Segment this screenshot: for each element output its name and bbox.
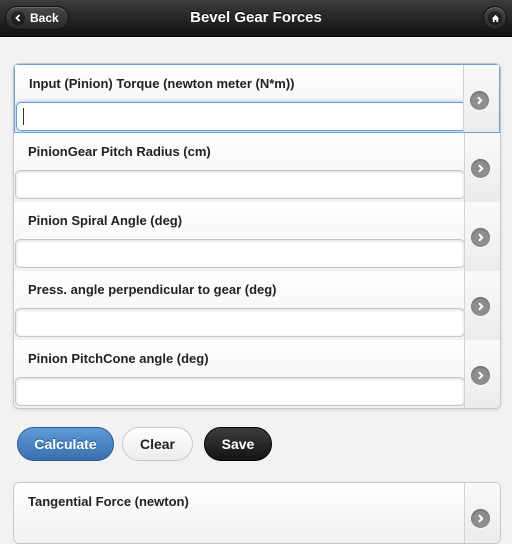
field-row-pressure-angle: Press. angle perpendicular to gear (deg) (14, 271, 500, 341)
field-row-pitchcone-angle: Pinion PitchCone angle (deg) (14, 340, 500, 408)
text-cursor (23, 108, 24, 125)
chevron-right-icon (470, 91, 489, 110)
chevron-right-icon (471, 366, 490, 385)
input-list: Input (Pinion) Torque (newton meter (N*m… (13, 63, 501, 409)
home-icon (488, 11, 502, 25)
save-button[interactable]: Save (204, 427, 272, 461)
header-bar: Back Bevel Gear Forces (0, 0, 512, 37)
row-arrow-button[interactable] (464, 483, 500, 543)
row-arrow-button[interactable] (464, 133, 500, 202)
field-row-pitch-radius: PinionGear Pitch Radius (cm) (14, 133, 500, 203)
pitchcone-angle-input[interactable] (15, 377, 465, 406)
torque-input[interactable] (16, 102, 466, 131)
field-label-torque: Input (Pinion) Torque (newton meter (N*m… (29, 76, 295, 91)
row-arrow-button[interactable] (464, 202, 500, 271)
page-title: Bevel Gear Forces (190, 9, 322, 26)
field-row-torque: Input (Pinion) Torque (newton meter (N*m… (14, 64, 500, 133)
field-label-pitch-radius: PinionGear Pitch Radius (cm) (28, 144, 211, 159)
row-arrow-button[interactable] (463, 65, 499, 132)
chevron-right-icon (471, 228, 490, 247)
row-arrow-button[interactable] (464, 271, 500, 340)
output-list: Tangential Force (newton) (13, 482, 501, 544)
chevron-right-icon (471, 297, 490, 316)
field-label-pitchcone-angle: Pinion PitchCone angle (deg) (28, 351, 209, 366)
pitch-radius-input[interactable] (15, 170, 465, 199)
field-label-pressure-angle: Press. angle perpendicular to gear (deg) (28, 282, 277, 297)
chevron-right-icon (471, 159, 490, 178)
spiral-angle-input[interactable] (15, 239, 465, 268)
row-arrow-button[interactable] (464, 340, 500, 408)
field-row-spiral-angle: Pinion Spiral Angle (deg) (14, 202, 500, 272)
output-label-tangential-force: Tangential Force (newton) (28, 494, 189, 509)
calculate-button[interactable]: Calculate (17, 427, 114, 461)
pressure-angle-input[interactable] (15, 308, 465, 337)
field-label-spiral-angle: Pinion Spiral Angle (deg) (28, 213, 183, 228)
home-button[interactable] (483, 6, 507, 30)
clear-button[interactable]: Clear (122, 427, 193, 461)
